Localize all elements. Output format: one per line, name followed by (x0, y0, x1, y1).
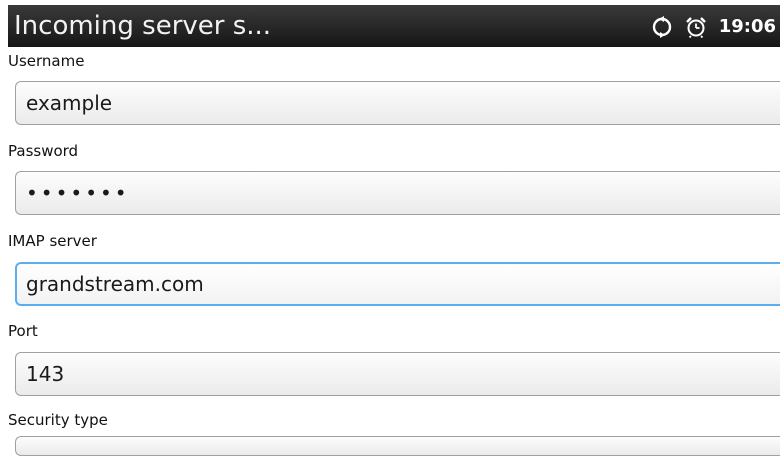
password-field[interactable]: ••••••• (15, 171, 780, 215)
screen-title: Incoming server s... (14, 11, 272, 41)
username-label: Username (8, 52, 85, 70)
status-icons: 19:06 (651, 14, 776, 40)
status-bar: Incoming server s... 19:06 (8, 5, 780, 47)
port-label: Port (8, 322, 38, 340)
imap-server-label: IMAP server (8, 232, 97, 250)
password-label: Password (8, 142, 79, 160)
sync-icon (651, 16, 673, 38)
security-type-select[interactable] (15, 436, 780, 456)
clock: 19:06 (718, 16, 776, 37)
security-type-label: Security type (8, 411, 108, 429)
username-field[interactable]: example (15, 81, 780, 125)
port-field[interactable]: 143 (15, 352, 780, 396)
imap-server-field[interactable]: grandstream.com (15, 262, 780, 306)
alarm-clock-icon (685, 16, 707, 38)
